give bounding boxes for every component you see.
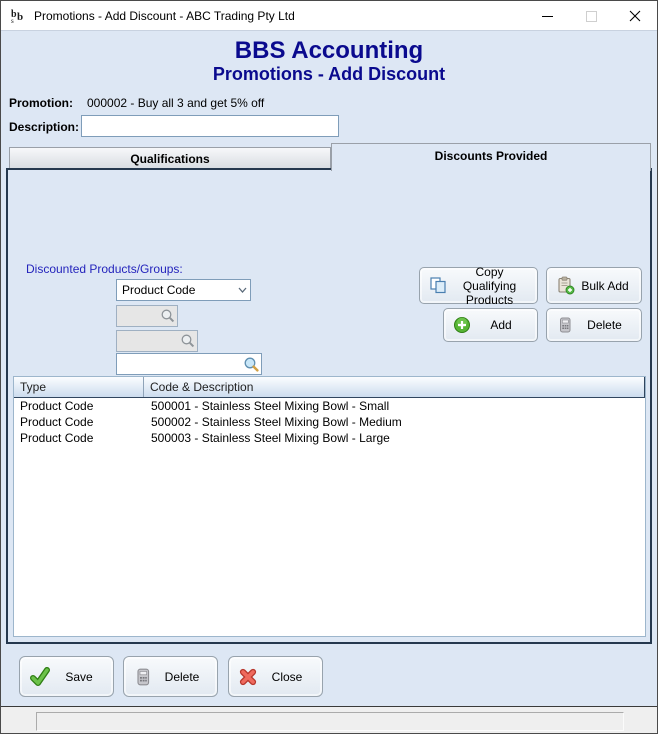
prod-sub-group-lookup <box>116 330 198 352</box>
products-table-body: Product Code500001 - Stainless Steel Mix… <box>14 398 645 446</box>
cell-type: Product Code <box>14 414 144 430</box>
maximize-icon <box>586 11 597 22</box>
magnifier-icon <box>180 333 196 349</box>
delete-label: Delete <box>153 670 217 684</box>
maximize-button <box>569 1 613 31</box>
minimize-button[interactable] <box>525 1 569 31</box>
copy-qualifying-products-label: Copy Qualifying Products <box>448 265 537 307</box>
minimize-icon <box>542 11 553 22</box>
column-header-code-description[interactable]: Code & Description <box>144 377 645 397</box>
cell-type: Product Code <box>14 398 144 414</box>
svg-text:s: s <box>11 17 14 24</box>
magnifier-icon <box>243 356 260 373</box>
cell-code-description: 500001 - Stainless Steel Mixing Bowl - S… <box>144 398 645 414</box>
close-window-button[interactable] <box>613 1 657 31</box>
green-check-icon <box>29 666 51 688</box>
discounted-products-legend: Discounted Products/Groups: <box>21 262 188 276</box>
red-x-icon <box>238 667 258 687</box>
svg-text:b: b <box>17 11 23 23</box>
add-label: Add <box>471 318 537 332</box>
app-title: BBS Accounting <box>1 37 657 65</box>
add-button[interactable]: Add <box>443 308 538 342</box>
delete-row-button[interactable]: Delete <box>546 308 642 342</box>
products-table-header: Type Code & Description <box>14 377 645 398</box>
promotion-value: 000002 - Buy all 3 and get 5% off <box>87 96 264 110</box>
bulk-add-button[interactable]: Bulk Add <box>546 267 642 304</box>
table-row[interactable]: Product Code500001 - Stainless Steel Mix… <box>14 398 645 414</box>
calculator-icon <box>556 316 574 334</box>
title-bar: b s b Promotions - Add Discount - ABC Tr… <box>1 1 657 31</box>
status-message-area <box>36 712 624 731</box>
delete-row-label: Delete <box>574 318 641 332</box>
tab-qualifications[interactable]: Qualifications <box>9 147 331 169</box>
description-input[interactable] <box>81 115 339 137</box>
copy-qualifying-products-button[interactable]: Copy Qualifying Products <box>419 267 538 304</box>
calculator-icon <box>133 667 153 687</box>
column-header-type[interactable]: Type <box>14 377 144 397</box>
status-bar <box>1 706 658 734</box>
close-icon <box>629 10 641 22</box>
green-plus-icon <box>453 316 471 334</box>
table-row[interactable]: Product Code500002 - Stainless Steel Mix… <box>14 414 645 430</box>
products-table: Type Code & Description Product Code5000… <box>13 376 646 637</box>
close-label: Close <box>258 670 322 684</box>
product-group-select-value: Product Code <box>122 283 234 297</box>
page-title: Promotions - Add Discount <box>1 64 657 85</box>
promotion-row: Promotion: 000002 - Buy all 3 and get 5% … <box>9 96 264 110</box>
promotion-label: Promotion: <box>9 96 73 110</box>
save-button[interactable]: Save <box>19 656 114 697</box>
app-icon: b s b <box>10 7 27 24</box>
tab-discounts-provided[interactable]: Discounts Provided <box>331 143 651 171</box>
clipboard-plus-icon <box>556 276 575 295</box>
copy-pages-icon <box>429 276 448 295</box>
magnifier-icon <box>160 308 176 324</box>
app-window: b s b Promotions - Add Discount - ABC Tr… <box>0 0 658 734</box>
cell-code-description: 500003 - Stainless Steel Mixing Bowl - L… <box>144 430 645 446</box>
bulk-add-label: Bulk Add <box>575 279 641 293</box>
description-label: Description: <box>9 120 79 134</box>
save-label: Save <box>51 670 113 684</box>
delete-button[interactable]: Delete <box>123 656 218 697</box>
product-code-lookup[interactable] <box>116 353 262 375</box>
table-row[interactable]: Product Code500003 - Stainless Steel Mix… <box>14 430 645 446</box>
close-button[interactable]: Close <box>228 656 323 697</box>
cell-type: Product Code <box>14 430 144 446</box>
cell-code-description: 500002 - Stainless Steel Mixing Bowl - M… <box>144 414 645 430</box>
window-title: Promotions - Add Discount - ABC Trading … <box>34 9 295 23</box>
product-group-lookup <box>116 305 178 327</box>
chevron-down-icon <box>234 287 250 293</box>
product-group-select[interactable]: Product Code <box>116 279 251 301</box>
